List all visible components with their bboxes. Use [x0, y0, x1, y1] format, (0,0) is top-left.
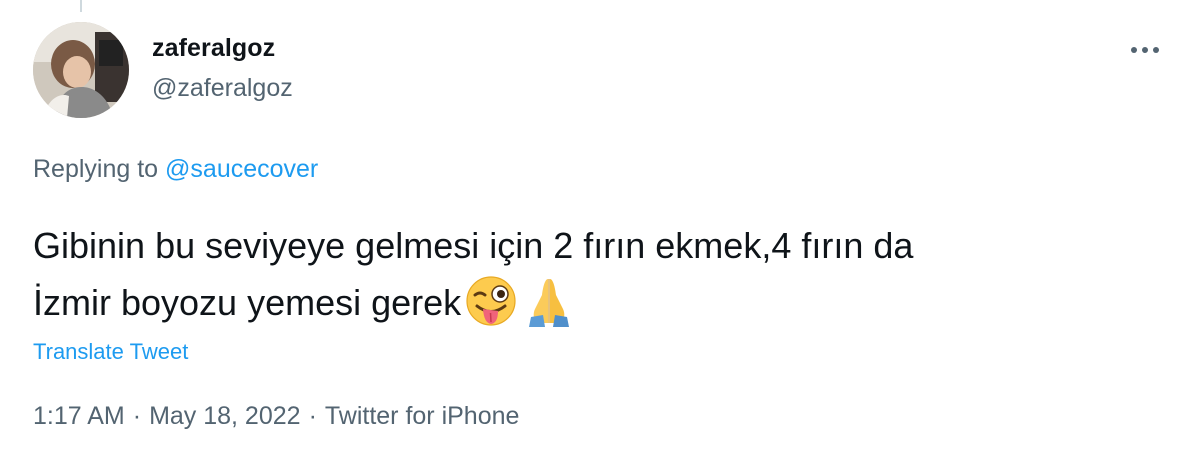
tweet-text-line-2: İzmir boyozu yemesi gerek [33, 282, 462, 323]
more-options-button[interactable] [1124, 36, 1166, 64]
replying-to-link[interactable]: @saucecover [165, 155, 318, 183]
user-handle[interactable]: @zaferalgoz [152, 74, 293, 103]
tweet-source[interactable]: Twitter for iPhone [325, 402, 520, 430]
avatar[interactable] [33, 22, 129, 118]
tweet-text: Gibinin bu seviyeye gelmesi için 2 fırın… [33, 219, 1173, 330]
tweet-time[interactable]: 1:17 AM [33, 402, 125, 430]
separator-dot: · [308, 402, 317, 430]
separator-dot: · [132, 402, 142, 430]
folded-hands-emoji [521, 273, 577, 329]
tweet-text-line-1: Gibinin bu seviyeye gelmesi için 2 fırın… [33, 225, 914, 266]
replying-prefix: Replying to [33, 155, 159, 183]
display-name[interactable]: zaferalgoz [152, 34, 275, 63]
thread-connector-line [80, 0, 82, 12]
tweet-date[interactable]: May 18, 2022 [149, 402, 301, 430]
replying-to: Replying to @saucecover [33, 155, 318, 184]
more-options-icon [1131, 47, 1159, 53]
tweet-metadata: 1:17 AM · May 18, 2022 · Twitter for iPhone [33, 402, 519, 431]
translate-tweet-link[interactable]: Translate Tweet [33, 339, 188, 365]
winking-face-with-tongue-emoji [463, 273, 519, 329]
